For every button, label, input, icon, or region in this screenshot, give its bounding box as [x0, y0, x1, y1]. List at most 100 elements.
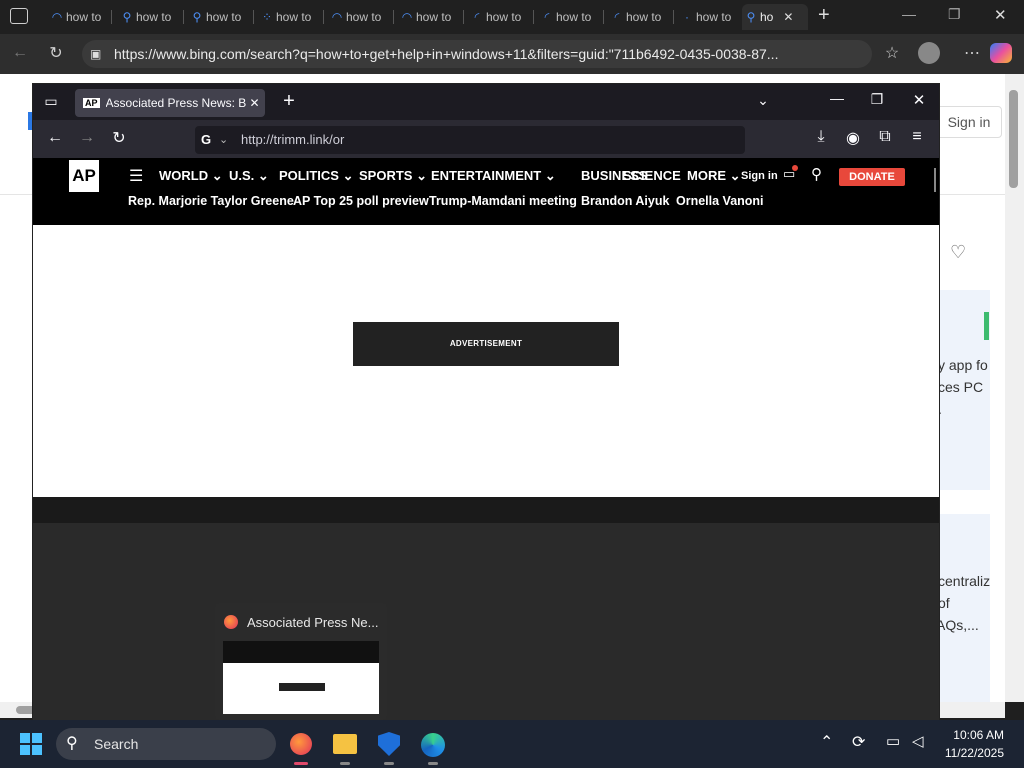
ap-logo[interactable]: AP [69, 160, 99, 192]
start-icon[interactable] [20, 733, 42, 755]
nav-science[interactable]: SCIENCE [623, 168, 681, 183]
edge-tab[interactable]: · how to [678, 4, 740, 30]
back-icon[interactable]: ← [8, 44, 32, 62]
tab-label: how to [556, 10, 592, 24]
hamburger-menu-icon[interactable]: ☰ [129, 166, 143, 186]
loading-icon: ⁘ [261, 10, 273, 24]
edge-tab-active[interactable]: ⚲ ho ✕ [742, 4, 808, 30]
new-tab-icon[interactable]: + [818, 4, 830, 27]
copilot-icon[interactable] [990, 43, 1012, 63]
address-bar[interactable]: G ⌄ http://trimm.link/or [195, 126, 745, 154]
advertisement-box[interactable]: ADVERTISEMENT [353, 322, 619, 366]
close-icon[interactable]: ✕ [994, 6, 1007, 24]
favorites-icon[interactable]: ☆ [880, 43, 904, 63]
volume-icon[interactable]: ◁ [912, 732, 924, 750]
restore-icon[interactable]: ❐ [948, 6, 961, 23]
extensions-icon[interactable]: ⧉ [873, 128, 897, 146]
taskbar-search[interactable]: ⚲ Search [56, 728, 276, 760]
tab-label: how to [276, 10, 312, 24]
tab-label: how to [346, 10, 382, 24]
restore-icon[interactable]: ❐ [865, 91, 889, 108]
file-explorer-icon[interactable] [333, 734, 357, 754]
address-bar[interactable]: ▣ https://www.bing.com/search?q=how+to+g… [82, 40, 872, 68]
menu-icon[interactable]: ≡ [905, 128, 929, 146]
sign-in-link[interactable]: Sign in [741, 170, 778, 182]
taskbar-preview[interactable]: Associated Press Ne... [215, 603, 387, 720]
scroll-thumb[interactable] [1009, 90, 1018, 188]
edge-tab[interactable]: ◠ how to [48, 4, 112, 30]
chevron-up-icon[interactable]: ⌃ [820, 732, 833, 752]
thumbs-down-icon[interactable]: ♡ [950, 242, 966, 263]
lock-icon: ▣ [90, 47, 102, 61]
trending-link[interactable]: Trump-Mamdani meeting [429, 194, 577, 208]
edge-tab[interactable]: ⚲ how to [118, 4, 184, 30]
loading-icon: ◠ [51, 10, 63, 24]
back-icon[interactable]: ← [43, 129, 67, 147]
forward-icon[interactable]: → [75, 129, 99, 147]
clock-time[interactable]: 10:06 AM [930, 728, 1004, 742]
tab-label: how to [66, 10, 102, 24]
chevron-down-icon[interactable]: ⌄ [751, 92, 775, 109]
trending-link[interactable]: Ornella Vanoni [676, 194, 764, 208]
defender-icon[interactable] [378, 732, 400, 756]
firefox-taskbar-icon[interactable] [290, 733, 312, 755]
search-icon[interactable]: ⚲ [811, 165, 822, 183]
search-icon: ⚲ [66, 735, 78, 752]
loading-icon: ◜ [614, 10, 620, 24]
account-icon[interactable]: ◉ [841, 128, 865, 148]
avatar[interactable] [918, 42, 940, 64]
refresh-icon[interactable]: ↻ [44, 43, 68, 63]
active-indicator [340, 762, 350, 765]
google-icon[interactable]: G [201, 126, 211, 154]
nav-world[interactable]: WORLD ⌄ [159, 168, 223, 184]
sync-icon[interactable]: ⟳ [852, 732, 865, 752]
card-text: ces PC [938, 379, 984, 395]
clock-date[interactable]: 11/22/2025 [930, 746, 1004, 760]
edge-tab[interactable]: ◜ how to [608, 4, 674, 30]
vertical-scrollbar[interactable] [1005, 74, 1024, 702]
minimize-icon[interactable]: — [902, 6, 916, 22]
card-text: y app fo [938, 357, 988, 373]
card-text: centraliz [938, 573, 991, 589]
ap-favicon: AP [83, 98, 100, 108]
refresh-icon[interactable]: ↻ [107, 128, 131, 148]
edge-tab[interactable]: ◠ how to [328, 4, 394, 30]
active-indicator [294, 762, 308, 765]
sign-in-button[interactable]: Sign in [936, 106, 1002, 138]
edge-tab[interactable]: ◜ how to [468, 4, 534, 30]
search-icon: ⚲ [192, 10, 202, 24]
minimize-icon[interactable]: — [825, 90, 849, 106]
trending-link[interactable]: AP Top 25 poll preview [293, 194, 429, 208]
trending-link[interactable]: Brandon Aiyuk [581, 194, 669, 208]
firefox-tab-active[interactable]: AP Associated Press News: Breaking ✕ [75, 89, 265, 117]
dark-content-section [33, 497, 939, 720]
tracking-icon[interactable]: ⋯ [960, 43, 984, 63]
edge-tab[interactable]: ◜ how to [538, 4, 604, 30]
edge-tab[interactable]: ⚲ how to [188, 4, 254, 30]
tab-actions-icon[interactable] [10, 8, 28, 24]
close-tab-icon[interactable]: ✕ [783, 10, 793, 24]
thumbnail-header [223, 641, 379, 663]
nav-sports[interactable]: SPORTS ⌄ [359, 168, 427, 184]
preview-thumbnail[interactable] [223, 641, 379, 714]
tab-groups-icon[interactable]: ▭ [39, 93, 63, 110]
edge-taskbar-icon[interactable] [421, 733, 445, 757]
close-icon[interactable]: ✕ [907, 91, 931, 109]
nav-us[interactable]: U.S. ⌄ [229, 168, 269, 184]
tab-label: how to [416, 10, 452, 24]
nav-more[interactable]: MORE ⌄ [687, 168, 741, 184]
trending-link[interactable]: Rep. Marjorie Taylor Greene [128, 194, 294, 208]
card-text: of [938, 595, 950, 611]
card-text: AQs,... [936, 617, 979, 633]
edge-tab[interactable]: ◠ how to [398, 4, 464, 30]
close-tab-icon[interactable]: ✕ [250, 96, 260, 110]
download-icon[interactable]: ⤓ [809, 128, 833, 146]
nav-politics[interactable]: POLITICS ⌄ [279, 168, 353, 184]
display-icon[interactable]: ▭ [886, 732, 900, 750]
search-icon: ⚲ [746, 10, 756, 24]
notification-dot [792, 165, 798, 171]
nav-entertainment[interactable]: ENTERTAINMENT ⌄ [431, 168, 556, 184]
edge-tab[interactable]: ⁘ how to [258, 4, 324, 30]
donate-button[interactable]: DONATE [839, 168, 905, 186]
new-tab-icon[interactable]: + [277, 90, 301, 113]
